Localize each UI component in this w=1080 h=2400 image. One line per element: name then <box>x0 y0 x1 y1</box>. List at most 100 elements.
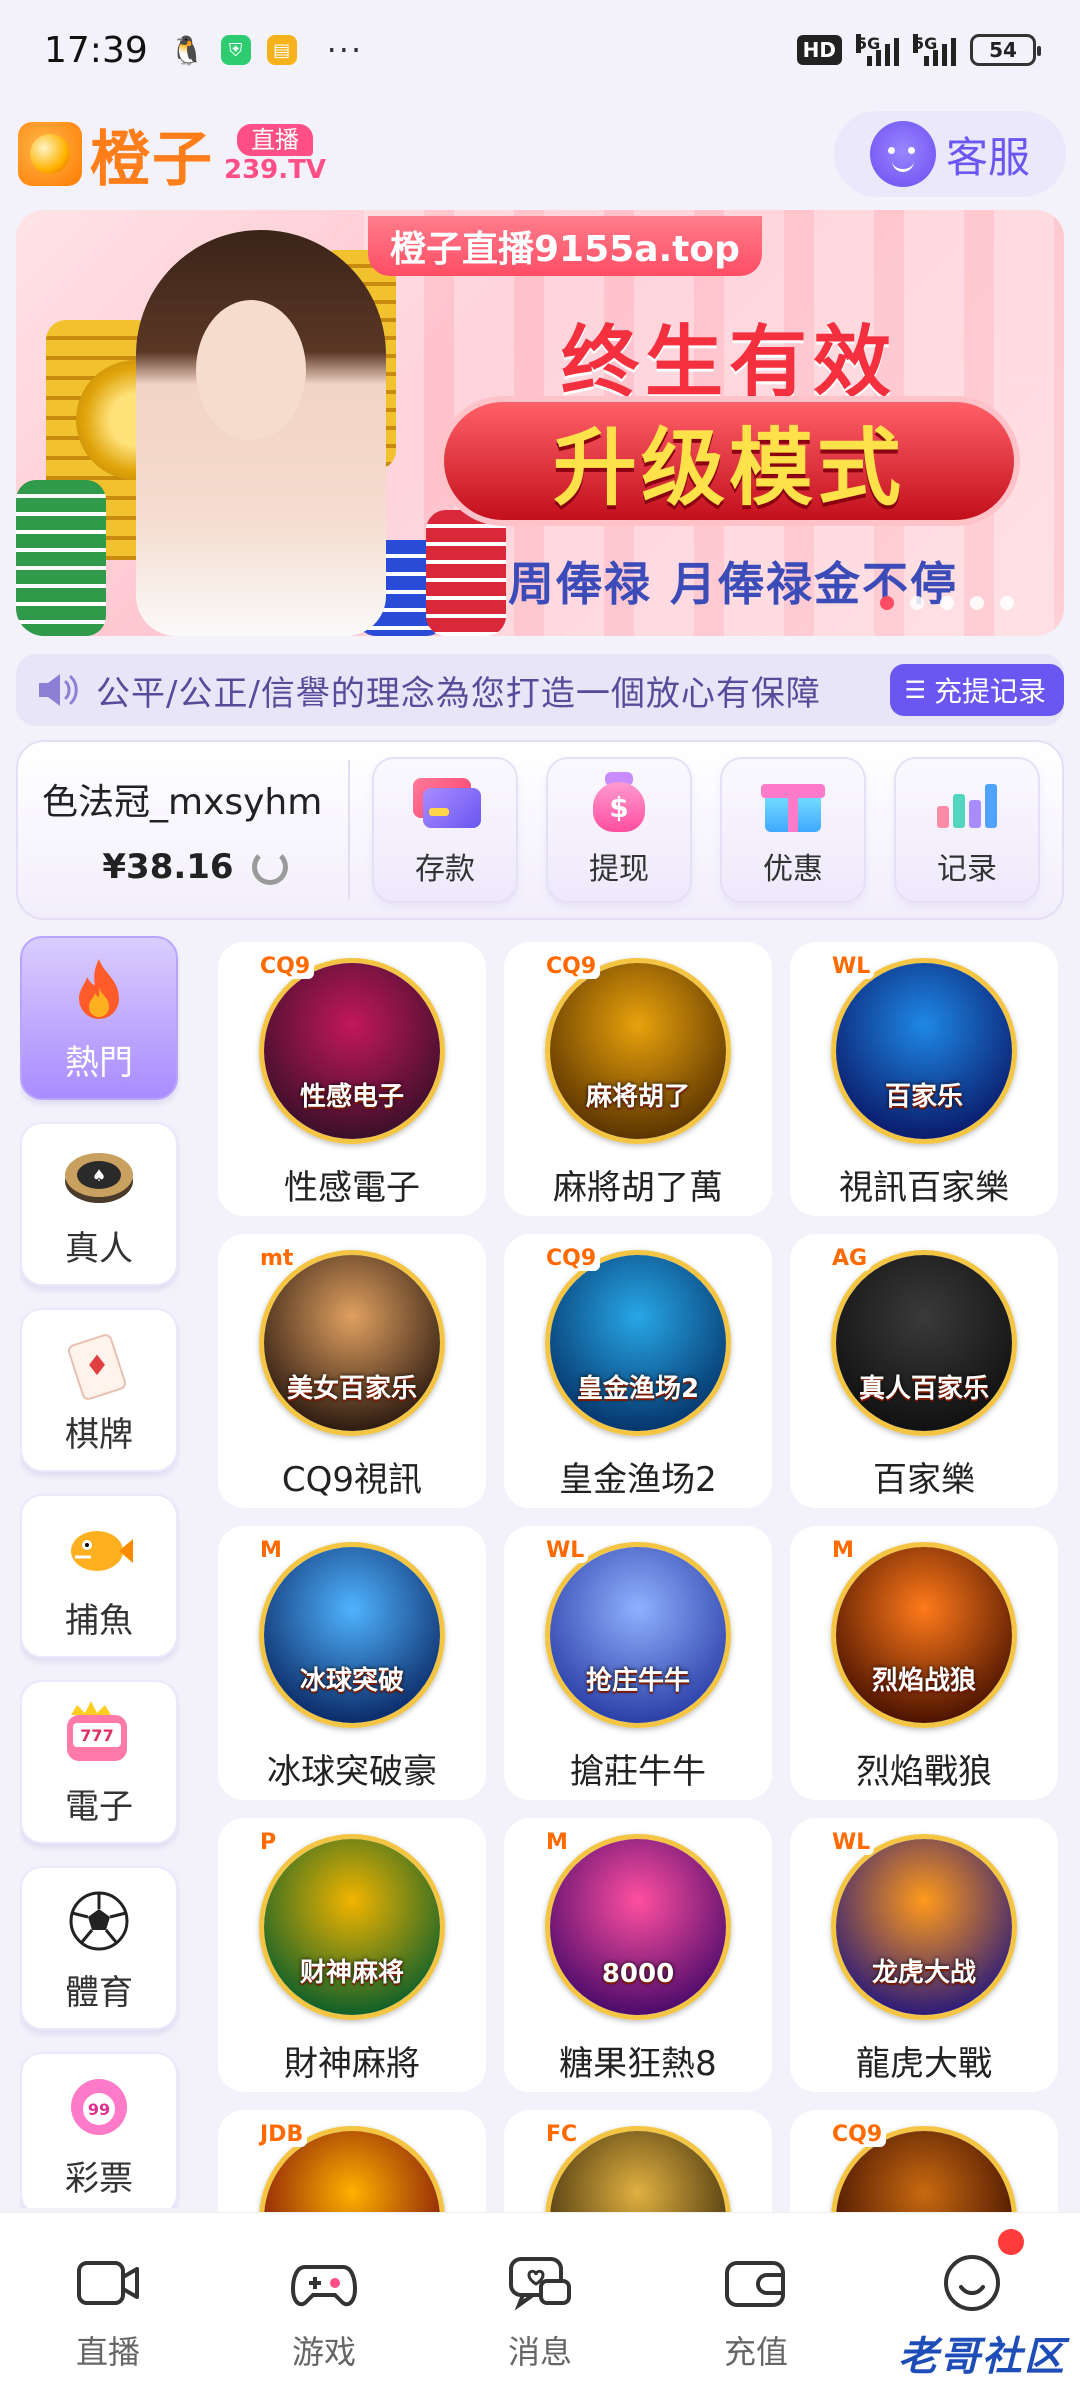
game-art-title: 皇金渔场2 <box>576 1374 700 1404</box>
tab-label: 游戏 <box>291 2333 356 2371</box>
balance-amount: ¥38.16 <box>102 847 234 887</box>
deposit-label: 存款 <box>415 852 475 887</box>
game-provider-badge: M <box>256 1538 286 1563</box>
category-lottery[interactable]: 99 彩票 <box>20 2052 178 2208</box>
game-thumbnail: 烈焰战狼 <box>831 1542 1017 1728</box>
wallet-card: 色法冠_mxsyhm ¥38.16 存款 $ 提现 优惠 记录 <box>16 740 1064 920</box>
category-label: 棋牌 <box>65 1414 133 1455</box>
game-card[interactable]: CQ9 皇金渔场2 皇金渔场2 <box>504 1234 772 1508</box>
headset-icon <box>869 121 936 187</box>
tab-recharge[interactable]: 充值 <box>648 2213 864 2400</box>
bottom-tab-bar: 直播 游戏 消息 充值 老哥社区 <box>0 2212 1080 2400</box>
gamepad-icon <box>290 2253 358 2313</box>
game-thumbnail: 冰球突破 <box>259 1542 445 1728</box>
wallet-actions: 存款 $ 提现 优惠 记录 <box>372 757 1040 903</box>
game-card[interactable]: CQ9 麻将胡了 麻將胡了萬 <box>504 942 772 1216</box>
wallet-user: 色法冠_mxsyhm ¥38.16 <box>18 773 348 887</box>
refresh-icon[interactable] <box>251 849 288 885</box>
game-card[interactable]: WL 龙虎大战 龍虎大戰 <box>790 1818 1058 2092</box>
promotion-button[interactable]: 优惠 <box>720 757 866 903</box>
records-button[interactable]: 记录 <box>894 757 1040 903</box>
wallet-icon <box>723 2253 789 2313</box>
game-name: 財神麻將 <box>284 2044 420 2084</box>
carousel-dots[interactable] <box>880 596 1014 610</box>
game-provider-badge: mt <box>256 1246 298 1271</box>
game-card[interactable]: CQ9 <box>790 2110 1058 2212</box>
game-card[interactable]: FC <box>504 2110 772 2212</box>
game-provider-badge: WL <box>542 1538 589 1563</box>
logo-text: 橙子 <box>90 124 214 195</box>
category-live[interactable]: ♠ 真人 <box>20 1122 178 1286</box>
game-name: 糖果狂熱8 <box>559 2044 717 2084</box>
game-card[interactable]: CQ9 性感电子 性感電子 <box>218 942 486 1216</box>
category-cards[interactable]: ♦ 棋牌 <box>20 1308 178 1472</box>
app-header: 橙子 直播 239.TV 客服 <box>18 108 1066 200</box>
signal-icon-2: 5G <box>913 34 956 66</box>
banner-model-image <box>136 230 386 636</box>
playing-card-icon: ♦ <box>61 1325 137 1401</box>
game-art-title: 8000 <box>601 1959 675 1989</box>
banner-site-label: 橙子直播9155a.top <box>368 216 762 276</box>
game-provider-badge: AG <box>828 1246 872 1271</box>
category-sports[interactable]: 體育 <box>20 1866 178 2030</box>
username: 色法冠_mxsyhm <box>42 782 323 823</box>
battery-level: 54 <box>989 38 1017 62</box>
game-art-title: 美女百家乐 <box>286 1374 417 1404</box>
game-name: 視訊百家樂 <box>839 1168 1009 1208</box>
game-card[interactable]: AG 真人百家乐 百家樂 <box>790 1234 1058 1508</box>
records-label: 记录 <box>937 852 997 887</box>
balance-row: ¥38.16 <box>42 847 348 887</box>
game-thumbnail: 龙虎大战 <box>831 1834 1017 2020</box>
game-name: 麻將胡了萬 <box>553 1168 723 1208</box>
game-name: 烈焰戰狼 <box>856 1752 992 1792</box>
casino-chip-icon: ♠ <box>61 1139 137 1215</box>
category-label: 真人 <box>65 1228 133 1269</box>
game-card[interactable]: M 烈焰战狼 烈焰戰狼 <box>790 1526 1058 1800</box>
status-bar: 17:39 🐧 ⛨ ▤ ··· HD 5G 5G 54 <box>0 0 1080 100</box>
game-card[interactable]: P 财神麻将 財神麻將 <box>218 1818 486 2092</box>
game-provider-badge: CQ9 <box>542 954 601 979</box>
game-card[interactable]: JDB <box>218 2110 486 2212</box>
game-provider-badge: CQ9 <box>828 2122 887 2147</box>
category-nav: 熱門 ♠ 真人 ♦ 棋牌 捕魚 777 電子 體育 99 彩票 <box>20 936 180 2208</box>
bar-chart-icon <box>931 772 1003 832</box>
battery-icon: 54 <box>970 34 1041 66</box>
tab-messages[interactable]: 消息 <box>432 2213 648 2400</box>
game-card[interactable]: M 8000 糖果狂熱8 <box>504 1818 772 2092</box>
banner-pill-text: 升级模式 <box>552 418 905 517</box>
tab-label: 消息 <box>507 2333 572 2371</box>
game-card[interactable]: WL 抢庄牛牛 搶莊牛牛 <box>504 1526 772 1800</box>
tab-games[interactable]: 游戏 <box>216 2213 432 2400</box>
game-thumbnail: 性感电子 <box>259 958 445 1144</box>
message-icon <box>507 2253 573 2313</box>
game-art-title: 真人百家乐 <box>858 1374 989 1404</box>
carousel-dot[interactable] <box>910 596 924 610</box>
smiley-profile-icon <box>939 2253 1005 2313</box>
announcement-marquee[interactable]: 公平/公正/信譽的理念為您打造一個放心有保障 ☰ 充提记录 <box>16 654 1064 726</box>
game-card[interactable]: mt 美女百家乐 CQ9視訊 <box>218 1234 486 1508</box>
game-card[interactable]: M 冰球突破 冰球突破豪 <box>218 1526 486 1800</box>
game-thumbnail: 美女百家乐 <box>259 1250 445 1436</box>
game-name: 龍虎大戰 <box>856 2044 992 2084</box>
game-art-title: 财神麻将 <box>299 1958 404 1988</box>
category-slots[interactable]: 777 電子 <box>20 1680 178 1844</box>
deposit-button[interactable]: 存款 <box>372 757 518 903</box>
carousel-dot[interactable] <box>970 596 984 610</box>
promo-banner[interactable]: 橙子直播9155a.top 终生有效 升级模式 周俸禄 月俸禄金不停 <box>16 210 1064 636</box>
game-card[interactable]: WL 百家乐 視訊百家樂 <box>790 942 1058 1216</box>
game-art-title: 百家乐 <box>884 1082 963 1112</box>
announcement-text: 公平/公正/信譽的理念為您打造一個放心有保障 <box>96 673 821 714</box>
category-hot[interactable]: 熱門 <box>20 936 178 1100</box>
withdraw-button[interactable]: $ 提现 <box>546 757 692 903</box>
category-fishing[interactable]: 捕魚 <box>20 1494 178 1658</box>
carousel-dot[interactable] <box>880 596 894 610</box>
customer-service-button[interactable]: 客服 <box>834 111 1066 197</box>
carousel-dot[interactable] <box>1000 596 1014 610</box>
transaction-record-button[interactable]: ☰ 充提记录 <box>890 664 1064 716</box>
tab-live[interactable]: 直播 <box>0 2213 216 2400</box>
carousel-dot[interactable] <box>940 596 954 610</box>
hd-icon: HD <box>796 35 842 65</box>
deposit-card-icon <box>409 772 481 832</box>
logo-icon <box>18 122 82 186</box>
banner-pill: 升级模式 <box>438 396 1020 526</box>
